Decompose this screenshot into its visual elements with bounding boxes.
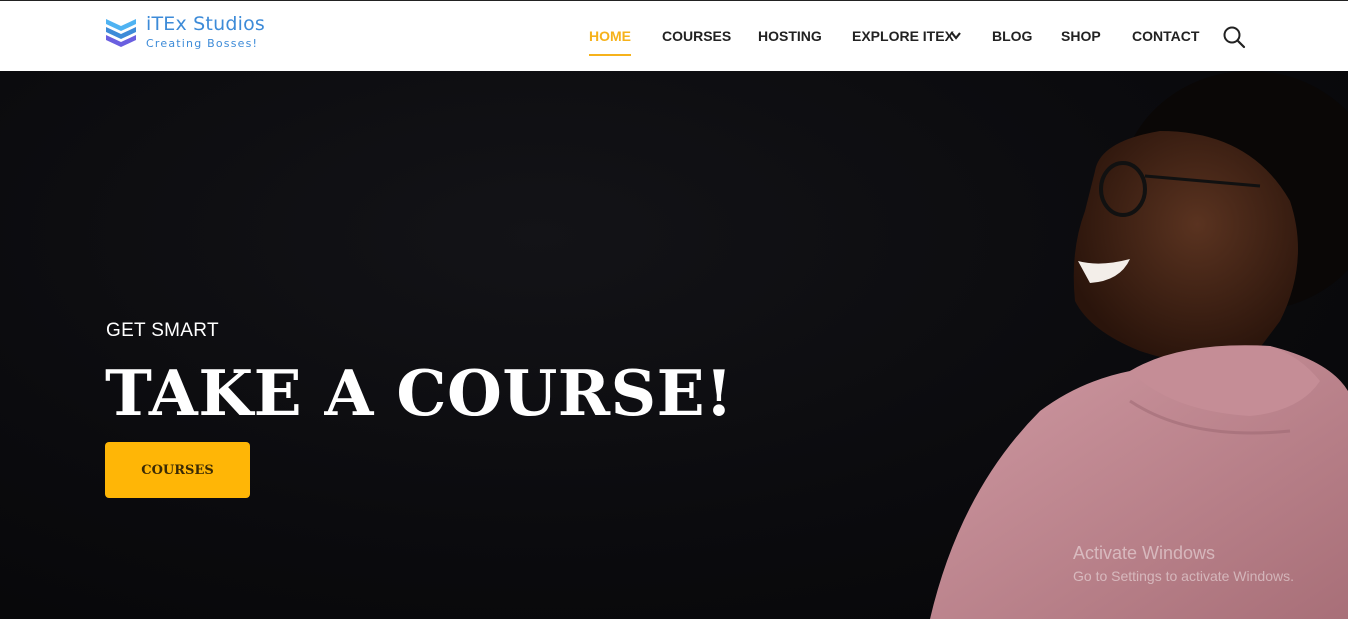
nav-shop[interactable]: SHOP [1061,28,1101,44]
nav-explore-itex[interactable]: EXPLORE ITEX [852,28,954,44]
hero-banner: GET SMART TAKE A COURSE! COURSES Activat… [0,71,1348,619]
nav-contact[interactable]: CONTACT [1132,28,1199,44]
search-icon[interactable] [1222,25,1246,49]
activation-watermark-title: Activate Windows [1073,543,1216,563]
nav-blog[interactable]: BLOG [992,28,1032,44]
site-header: iTEx Studios Creating Bosses! HOME COURS… [0,0,1348,71]
hero-headline: TAKE A COURSE! [105,356,734,430]
smiling-woman-photo [930,71,1348,619]
active-underline [589,54,631,56]
nav-home-label: HOME [589,28,631,44]
activation-watermark-subtitle: Go to Settings to activate Windows. [1073,568,1294,584]
nav-hosting[interactable]: HOSTING [758,28,822,44]
courses-button[interactable]: COURSES [105,442,250,498]
nav-courses[interactable]: COURSES [662,28,731,44]
main-nav: HOME COURSES HOSTING EXPLORE ITEX BLOG S… [0,1,1348,72]
chevron-down-icon[interactable] [950,31,962,41]
hero-eyebrow: GET SMART [106,320,219,341]
nav-home[interactable]: HOME [589,28,631,56]
